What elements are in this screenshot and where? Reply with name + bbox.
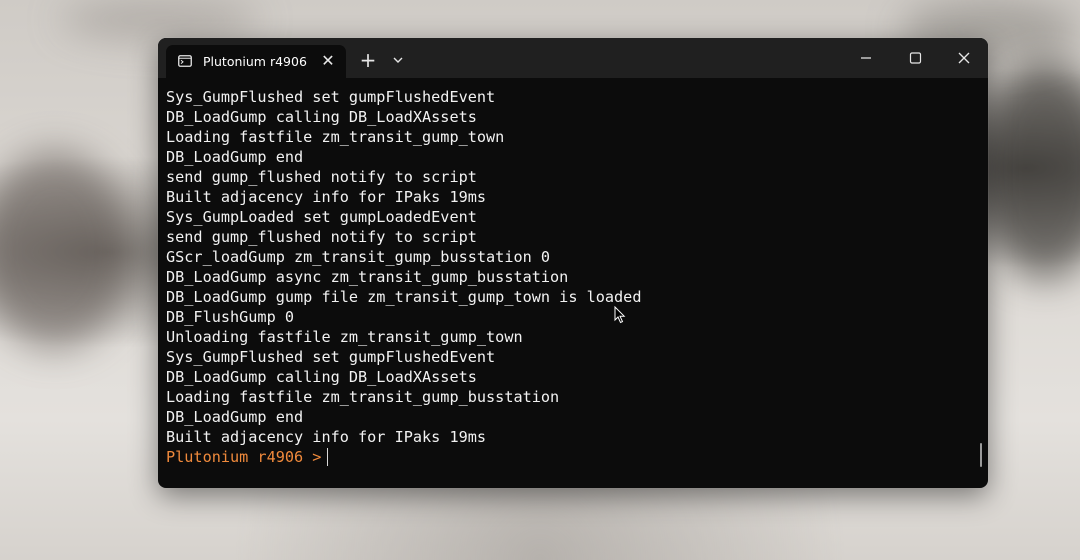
tab-plutonium[interactable]: Plutonium r4906 ✕ — [166, 45, 346, 78]
output-line: DB_LoadGump gump file zm_transit_gump_to… — [166, 288, 642, 306]
background-shape — [980, 60, 1080, 280]
output-line: send gump_flushed notify to script — [166, 228, 477, 246]
output-line: send gump_flushed notify to script — [166, 168, 477, 186]
output-line: DB_LoadGump end — [166, 148, 304, 166]
maximize-icon — [909, 52, 922, 64]
output-line: Unloading fastfile zm_transit_gump_town — [166, 328, 523, 346]
tab-title: Plutonium r4906 — [203, 54, 307, 69]
chevron-down-icon — [393, 57, 403, 63]
mouse-pointer-icon — [614, 306, 626, 324]
output-line: DB_LoadGump end — [166, 408, 304, 426]
output-line: Loading fastfile zm_transit_gump_town — [166, 128, 505, 146]
tab-close-button[interactable]: ✕ — [316, 49, 340, 73]
terminal-icon — [178, 55, 192, 67]
output-line: Sys_GumpFlushed set gumpFlushedEvent — [166, 348, 496, 366]
output-line: DB_LoadGump calling DB_LoadXAssets — [166, 368, 477, 386]
output-line: DB_FlushGump 0 — [166, 308, 295, 326]
close-button[interactable] — [944, 44, 984, 72]
terminal-output[interactable]: Sys_GumpFlushed set gumpFlushedEvent DB_… — [166, 87, 966, 467]
output-line: Sys_GumpLoaded set gumpLoadedEvent — [166, 208, 477, 226]
background-shape — [0, 150, 130, 350]
minimize-icon — [861, 57, 871, 59]
text-cursor — [327, 448, 329, 466]
terminal-window: Plutonium r4906 ✕ + Sys_GumpFlushed set … — [158, 38, 988, 488]
scrollbar[interactable] — [980, 443, 982, 467]
prompt-label: Plutonium r4906 > — [166, 448, 322, 466]
background-shape — [60, 0, 260, 40]
output-line: DB_LoadGump async zm_transit_gump_bussta… — [166, 268, 569, 286]
output-line: GScr_loadGump zm_transit_gump_busstation… — [166, 248, 551, 266]
output-line: Loading fastfile zm_transit_gump_busstat… — [166, 388, 560, 406]
output-line: Built adjacency info for IPaks 19ms — [166, 188, 487, 206]
output-line: Built adjacency info for IPaks 19ms — [166, 428, 487, 446]
output-line: DB_LoadGump calling DB_LoadXAssets — [166, 108, 477, 126]
title-bar: Plutonium r4906 ✕ + — [158, 38, 988, 78]
output-line: Sys_GumpFlushed set gumpFlushedEvent — [166, 88, 496, 106]
close-icon — [958, 52, 970, 64]
maximize-button[interactable] — [896, 44, 936, 72]
minimize-button[interactable] — [846, 44, 886, 72]
command-prompt[interactable]: Plutonium r4906 > — [166, 447, 966, 467]
tab-dropdown-button[interactable] — [386, 50, 410, 72]
new-tab-button[interactable]: + — [356, 50, 380, 72]
